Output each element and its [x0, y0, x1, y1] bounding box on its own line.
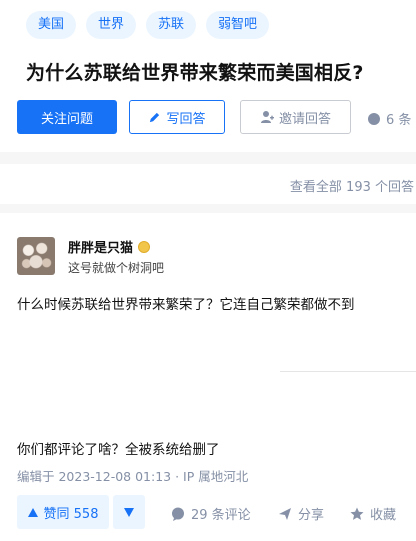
- upvote-label: 赞同 558: [43, 506, 99, 522]
- upvote-button[interactable]: 赞同 558: [17, 495, 109, 529]
- favorite-button[interactable]: 收藏: [350, 504, 396, 523]
- question-comments-label: 6 条: [386, 113, 412, 128]
- comments-button[interactable]: 29 条评论: [171, 504, 251, 523]
- topic-tag[interactable]: 美国: [26, 11, 77, 39]
- share-icon: [278, 507, 292, 521]
- share-button[interactable]: 分享: [278, 504, 324, 523]
- follow-label: 关注问题: [40, 111, 93, 127]
- answer-paragraph: 什么时候苏联给世界带来繁荣了？它连自己繁荣都做不到: [17, 297, 355, 313]
- invite-answer-button[interactable]: 邀请回答: [240, 100, 351, 134]
- downvote-button[interactable]: [113, 495, 145, 529]
- comments-label: 29 条评论: [191, 508, 251, 523]
- question-title[interactable]: 为什么苏联给世界带来繁荣而美国相反?: [26, 58, 416, 85]
- pencil-icon: [148, 111, 161, 124]
- topic-tag[interactable]: 弱智吧: [206, 11, 270, 39]
- author-name-text: 胖胖是只猫: [68, 241, 134, 256]
- author-bio: 这号就做个树洞吧: [68, 261, 165, 275]
- invite-label: 邀请回答: [278, 111, 331, 127]
- answer-paragraph: 你们都评论了啥？全被系统给删了: [17, 442, 220, 458]
- answer-card: 胖胖是只猫 这号就做个树洞吧 什么时候苏联给世界带来繁荣了？它连自己繁荣都做不到…: [0, 213, 416, 541]
- question-card: 美国 世界 苏联 弱智吧 为什么苏联给世界带来繁荣而美国相反? 关注问题 写回答…: [0, 0, 416, 152]
- topic-tags: 美国 世界 苏联 弱智吧: [26, 11, 270, 39]
- invite-person-icon: [260, 110, 274, 124]
- comment-icon: [171, 507, 185, 521]
- downvote-arrow-icon: [124, 507, 134, 517]
- answers-bar: 查看全部 193 个回答: [0, 164, 416, 204]
- write-answer-button[interactable]: 写回答: [129, 100, 225, 134]
- follow-question-button[interactable]: 关注问题: [17, 100, 117, 134]
- topic-tag[interactable]: 世界: [86, 11, 137, 39]
- author-name[interactable]: 胖胖是只猫: [68, 237, 151, 256]
- avatar[interactable]: [17, 237, 55, 275]
- divider: [280, 371, 416, 372]
- star-icon: [350, 507, 364, 521]
- question-comments-button[interactable]: 6 条: [368, 109, 411, 128]
- comment-icon: [368, 112, 380, 125]
- upvote-arrow-icon: [27, 507, 38, 517]
- share-label: 分享: [298, 508, 325, 523]
- write-label: 写回答: [166, 111, 206, 127]
- view-all-answers-link[interactable]: 查看全部 193 个回答: [290, 176, 414, 195]
- edited-timestamp: 编辑于 2023-12-08 01:13 · IP 属地河北: [17, 469, 249, 484]
- favorite-label: 收藏: [370, 508, 397, 523]
- topic-tag[interactable]: 苏联: [146, 11, 197, 39]
- badge-icon: [138, 240, 151, 253]
